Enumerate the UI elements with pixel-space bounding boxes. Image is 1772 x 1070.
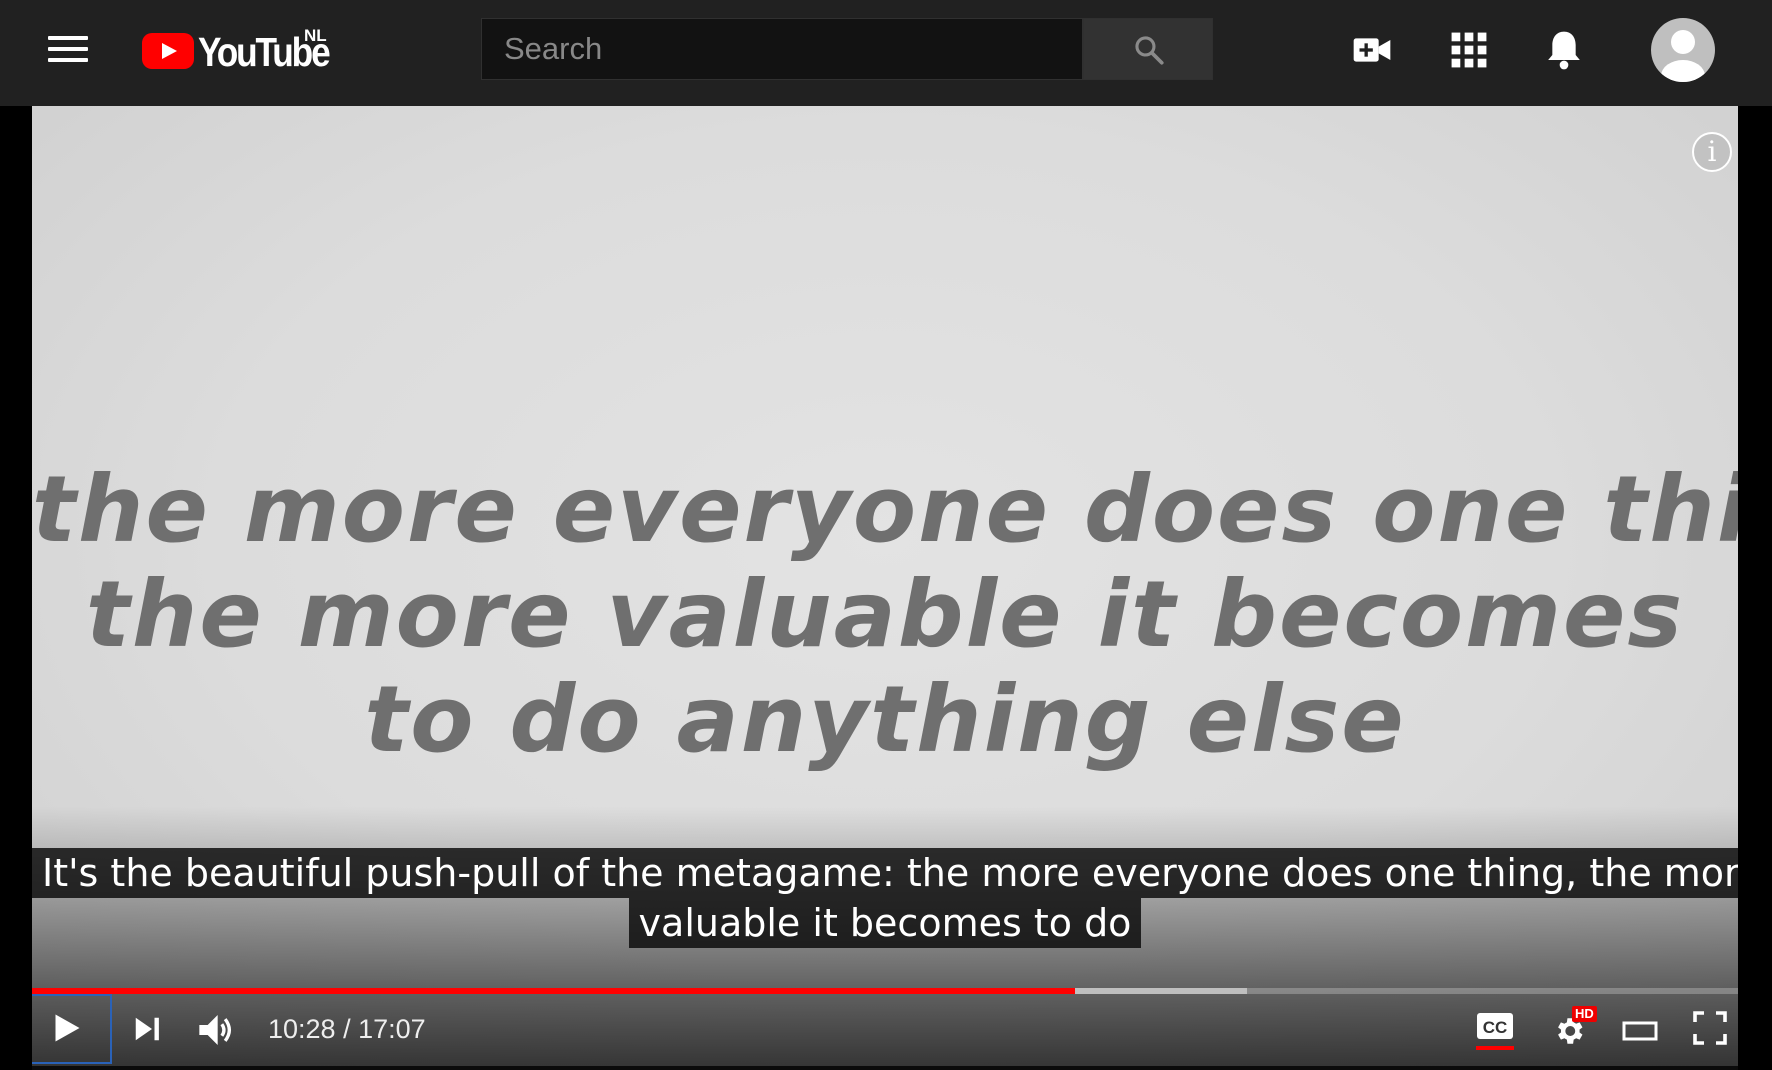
caption-line: It's the beautiful push-pull of the meta… [32, 848, 1738, 898]
progress-bar[interactable] [32, 988, 1738, 994]
hd-badge: HD [1572, 1006, 1597, 1022]
caption-line: valuable it becomes to do [628, 898, 1142, 948]
settings-button[interactable]: HD [1548, 1006, 1600, 1050]
svg-text:CC: CC [1483, 1018, 1508, 1037]
bell-icon[interactable] [1544, 28, 1584, 72]
video-camera-plus-icon[interactable] [1352, 30, 1392, 70]
next-icon[interactable] [132, 1014, 162, 1044]
video-frame-text-line: to do anything else [364, 666, 1406, 773]
caption-window: It's the beautiful push-pull of the meta… [32, 848, 1738, 948]
theater-mode-icon[interactable] [1622, 1018, 1658, 1044]
search-input[interactable] [482, 19, 1082, 79]
hamburger-menu-icon[interactable] [48, 36, 88, 66]
masthead: YouTube NL [0, 0, 1772, 106]
apps-grid-icon[interactable] [1450, 31, 1488, 69]
volume-icon[interactable] [196, 1010, 236, 1050]
video-frame-text-line: the more valuable it becomes [85, 561, 1685, 668]
youtube-play-logo-icon [142, 33, 194, 69]
account-silhouette-icon [1661, 30, 1705, 82]
player-left-letterbox [0, 106, 32, 1070]
info-icon[interactable]: i [1692, 132, 1732, 172]
country-code: NL [304, 26, 327, 45]
search-box [481, 18, 1083, 80]
progress-played [32, 988, 1075, 994]
play-icon[interactable] [48, 1010, 84, 1046]
search-button[interactable] [1083, 18, 1213, 80]
search-icon [1135, 36, 1164, 65]
video-player[interactable]: the more everyone does one thing, the mo… [32, 106, 1738, 1066]
video-frame-text-line: the more everyone does one thing, [32, 456, 1738, 563]
cc-icon: CC [1477, 1013, 1513, 1039]
avatar-icon[interactable] [1651, 18, 1715, 82]
time-display: 10:28 / 17:07 [268, 1014, 426, 1044]
subtitles-button[interactable]: CC [1476, 1012, 1514, 1052]
cc-active-indicator [1476, 1046, 1514, 1050]
player-right-letterbox [1738, 106, 1772, 1070]
fullscreen-icon[interactable] [1692, 1010, 1728, 1046]
